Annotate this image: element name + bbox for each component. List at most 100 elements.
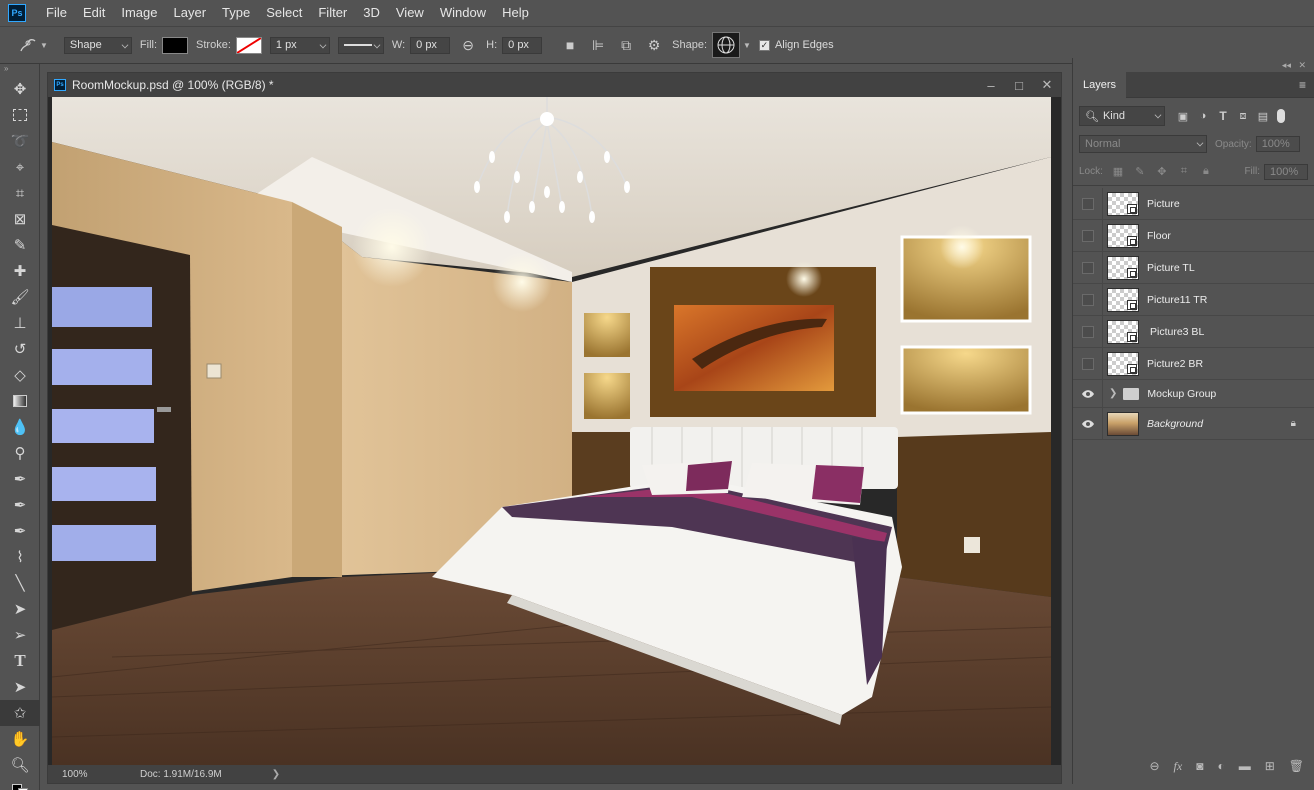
direct-selection-tool-icon[interactable]: ➢ — [0, 622, 40, 648]
menu-image[interactable]: Image — [113, 0, 165, 26]
gradient-tool-icon[interactable] — [0, 388, 40, 414]
canvas-room-image[interactable] — [52, 97, 1051, 765]
layer-row[interactable]: Picture — [1073, 187, 1314, 220]
collapse-icon[interactable]: » — [0, 64, 39, 76]
path-operations-icon[interactable]: ■ — [560, 35, 580, 55]
menu-layer[interactable]: Layer — [166, 0, 215, 26]
dodge-tool-icon[interactable]: ⚲ — [0, 440, 40, 466]
lock-position-icon[interactable]: ✥ — [1151, 162, 1173, 182]
layer-row-background[interactable]: Background 🔒︎ — [1073, 407, 1314, 440]
brush-tool-icon[interactable]: 🖌 — [0, 284, 40, 310]
tab-layers[interactable]: Layers — [1073, 71, 1127, 98]
visibility-toggle[interactable] — [1073, 347, 1103, 380]
fx-icon[interactable]: fx — [1174, 759, 1183, 774]
path-alignment-icon[interactable]: ⊫ — [588, 35, 608, 55]
frame-tool-icon[interactable]: ⊠ — [0, 206, 40, 232]
pen-tool-icon[interactable]: ✒ — [0, 466, 40, 492]
color-swatches[interactable] — [0, 780, 39, 790]
width-field[interactable]: 0 px — [410, 36, 451, 54]
menu-3d[interactable]: 3D — [355, 0, 388, 26]
minimize-icon[interactable]: – — [977, 78, 1005, 93]
menu-view[interactable]: View — [388, 0, 432, 26]
quick-selection-tool-icon[interactable]: ⌖ — [0, 154, 40, 180]
menu-select[interactable]: Select — [258, 0, 310, 26]
filter-toggle[interactable] — [1277, 109, 1285, 123]
trash-icon[interactable]: 🗑︎ — [1289, 759, 1304, 773]
visibility-toggle[interactable] — [1073, 251, 1103, 284]
expand-chevron-icon[interactable]: ❯ — [1109, 388, 1117, 399]
path-selection-tool-icon[interactable]: ➤ — [0, 596, 40, 622]
shape-filter-icon[interactable]: ⧈ — [1233, 106, 1253, 126]
curvature-pen-tool-icon[interactable]: ✒ — [0, 492, 40, 518]
line-tool-icon[interactable]: ╲ — [0, 570, 40, 596]
menu-type[interactable]: Type — [214, 0, 258, 26]
new-layer-icon[interactable]: ⊞ — [1265, 759, 1275, 773]
tool-preset-picker[interactable]: ▼ — [18, 35, 48, 55]
direct-select-tool-icon[interactable]: ➤ — [0, 674, 40, 700]
layer-row[interactable]: Picture3 BL — [1073, 315, 1314, 348]
adjustment-filter-icon[interactable]: ◑ — [1193, 106, 1213, 126]
opacity-field[interactable]: 100% — [1255, 136, 1300, 152]
visibility-toggle[interactable] — [1073, 315, 1103, 348]
layer-row[interactable]: Picture2 BR — [1073, 347, 1314, 380]
shape-picker[interactable] — [712, 32, 741, 58]
visibility-toggle[interactable] — [1073, 187, 1103, 220]
status-arrow-icon[interactable]: ❯ — [272, 769, 280, 780]
link-layers-icon[interactable]: ⊖ — [1149, 759, 1159, 773]
adjustment-layer-icon[interactable]: ◐ — [1217, 759, 1224, 773]
layer-row[interactable]: Picture11 TR — [1073, 283, 1314, 316]
stroke-swatch[interactable] — [235, 36, 262, 54]
mode-select[interactable]: Shape — [63, 36, 132, 54]
fill-field[interactable]: 100% — [1264, 163, 1308, 180]
layer-row[interactable]: Picture TL — [1073, 251, 1314, 284]
custom-shape-tool-icon[interactable]: ✩ — [0, 700, 40, 726]
blur-tool-icon[interactable]: 💧 — [0, 414, 40, 440]
panel-menu-icon[interactable]: ≡ — [1299, 78, 1306, 92]
clone-stamp-tool-icon[interactable]: ⊥ — [0, 310, 40, 336]
maximize-icon[interactable]: □ — [1005, 78, 1033, 93]
zoom-tool-icon[interactable]: 🔍︎ — [0, 752, 40, 778]
eraser-tool-icon[interactable]: ◇ — [0, 362, 40, 388]
smart-object-filter-icon[interactable]: ▤ — [1253, 106, 1273, 126]
healing-brush-tool-icon[interactable]: ✚ — [0, 258, 40, 284]
marquee-tool-icon[interactable] — [0, 102, 40, 128]
lock-all-icon[interactable]: 🔒︎ — [1195, 162, 1217, 182]
menu-window[interactable]: Window — [432, 0, 494, 26]
close-icon[interactable]: ✕ — [1033, 77, 1061, 93]
move-tool-icon[interactable]: ✥ — [0, 76, 40, 102]
stroke-width-field[interactable]: 1 px — [269, 36, 330, 54]
type-filter-icon[interactable]: T — [1213, 106, 1233, 126]
crop-tool-icon[interactable]: ⌗ — [0, 180, 40, 206]
panel-collapse-icon[interactable]: ◂◂ ✕ — [1073, 58, 1314, 72]
blend-mode-select[interactable]: Normal — [1079, 135, 1207, 153]
height-field[interactable]: 0 px — [502, 36, 543, 54]
hand-tool-icon[interactable]: ✋ — [0, 726, 40, 752]
add-mask-icon[interactable]: ◙ — [1196, 759, 1203, 773]
menu-help[interactable]: Help — [494, 0, 537, 26]
lasso-tool-icon[interactable]: ➰ — [0, 128, 40, 154]
menu-filter[interactable]: Filter — [310, 0, 355, 26]
eye-icon[interactable] — [1073, 407, 1103, 440]
lock-transparent-icon[interactable]: ▦ — [1107, 162, 1129, 182]
stroke-type-select[interactable] — [337, 36, 384, 54]
path-arrangement-icon[interactable]: ⧉ — [616, 35, 636, 55]
layer-row[interactable]: Floor — [1073, 219, 1314, 252]
link-icon[interactable]: ⊖ — [458, 35, 478, 55]
visibility-toggle[interactable] — [1073, 283, 1103, 316]
anchor-point-tool-icon[interactable]: ⌇ — [0, 544, 40, 570]
menu-file[interactable]: File — [38, 0, 75, 26]
eyedropper-tool-icon[interactable]: ✎ — [0, 232, 40, 258]
history-brush-tool-icon[interactable]: ↺ — [0, 336, 40, 362]
layer-group-row[interactable]: ❯ Mockup Group — [1073, 379, 1314, 408]
visibility-toggle[interactable] — [1073, 219, 1103, 252]
freeform-pen-tool-icon[interactable]: ✒ — [0, 518, 40, 544]
pixel-filter-icon[interactable]: ▣ — [1173, 106, 1193, 126]
zoom-level[interactable]: 100% — [48, 769, 108, 780]
lock-image-icon[interactable]: ✎ — [1129, 162, 1151, 182]
filter-kind-select[interactable]: 🔍︎ Kind — [1079, 106, 1165, 126]
menu-edit[interactable]: Edit — [75, 0, 113, 26]
eye-icon[interactable] — [1073, 379, 1103, 408]
gear-icon[interactable]: ⚙ — [644, 35, 664, 55]
lock-artboard-icon[interactable]: ⌗ — [1173, 162, 1195, 182]
new-group-icon[interactable]: ▬ — [1239, 759, 1251, 773]
